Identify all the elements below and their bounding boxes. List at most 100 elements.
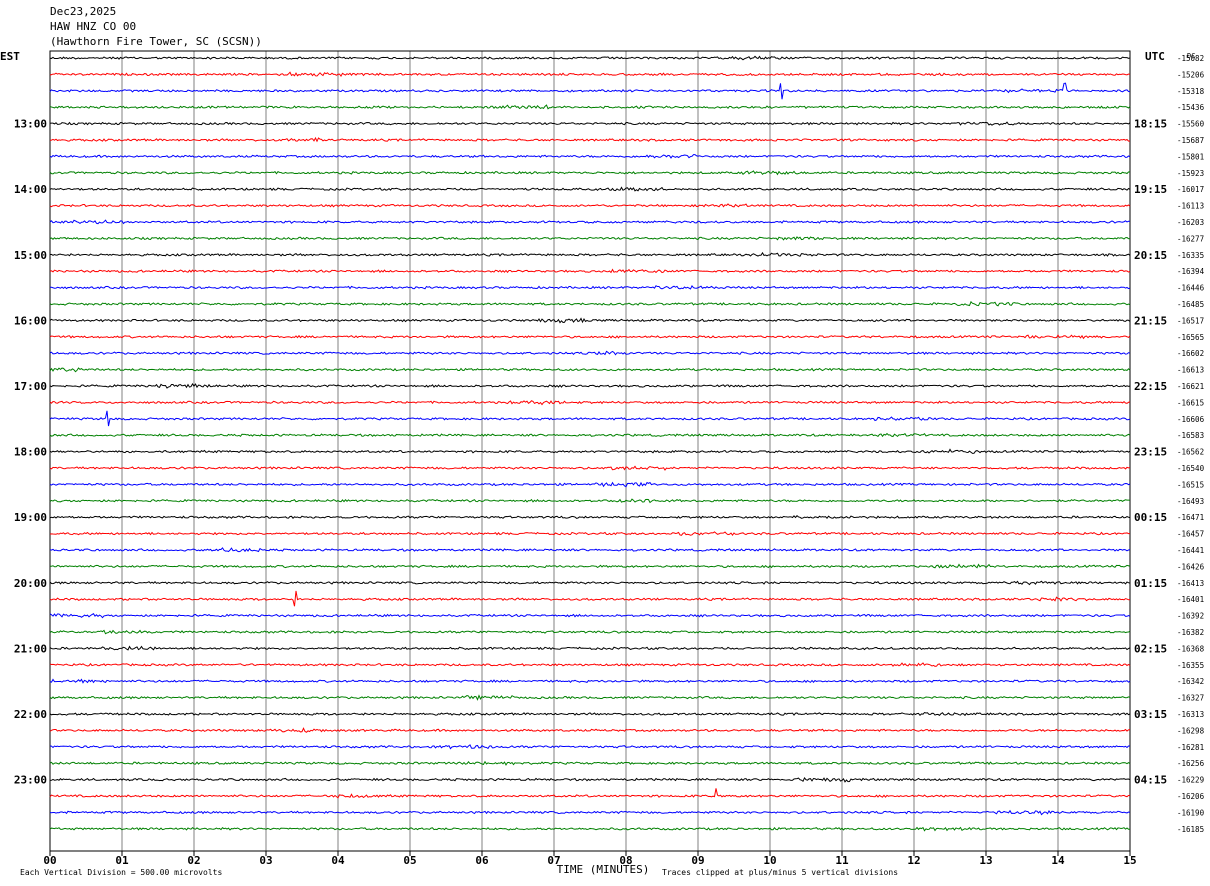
left-hour-label: 17:00 [14,380,47,393]
right-timezone-label: UTC [1145,50,1165,63]
dc-offset-label: -16562 [1177,448,1204,457]
dc-offset-label: -16382 [1177,628,1204,637]
dc-offset-label: -16277 [1177,234,1204,243]
helicorder-plot: Dec23,2025 HAW HNZ CO 00 (Hawthorn Fire … [0,5,1205,877]
x-tick-label: 09 [691,854,704,867]
trace-line [49,367,1131,373]
right-hour-label: 03:15 [1134,708,1167,721]
dc-offset-label: -16203 [1177,218,1204,227]
dc-offset-label: -16493 [1177,497,1204,506]
dc-offset-labels: -15082 -15206 -15318 -15436 -15560 -15687 -158… [1177,54,1205,834]
x-tick-label: 04 [331,854,345,867]
trace-line [49,629,1131,635]
left-timezone-label: EST [0,50,20,63]
dc-offset-label: -16441 [1177,546,1204,555]
trace-line [49,727,1131,733]
left-hour-label: 15:00 [14,249,47,262]
trace-line [49,121,1131,126]
trace-line [49,547,1131,553]
x-tick-label: 06 [475,854,489,867]
trace-line [49,219,1131,225]
x-tick-label: 02 [187,854,200,867]
trace-group [49,55,1131,832]
left-hour-label: 20:00 [14,577,47,590]
trace-line [49,481,1131,488]
scale-note: Each Vertical Division = 500.00 microvol… [20,868,222,877]
left-hour-label: 23:00 [14,774,47,787]
dc-offset-label: -16426 [1177,562,1205,571]
dc-offset-label: -15687 [1177,136,1204,145]
right-hour-label: 19:15 [1134,183,1167,196]
trace-line [49,136,1131,143]
trace-line [49,203,1131,208]
dc-offset-label: -16281 [1177,743,1204,752]
dc-offset-label: -16394 [1177,267,1205,276]
trace-line [49,744,1131,750]
dc-offset-label: -16485 [1177,300,1204,309]
trace-line [49,809,1131,816]
dc-offset-label: -15801 [1177,152,1204,161]
dc-offset-label: -16017 [1177,185,1204,194]
trace-line [49,71,1131,78]
trace-line [49,154,1131,159]
dc-offset-label: -15436 [1177,103,1205,112]
trace-line [49,678,1131,684]
clip-note: Traces clipped at plus/minus 5 vertical … [662,868,898,877]
trace-line [49,382,1131,389]
trace-line [49,448,1131,454]
x-tick-label: 15 [1123,854,1136,867]
x-tick-label: 10 [763,854,776,867]
dc-offset-label: -16368 [1177,644,1205,653]
trace-line [49,400,1131,406]
trace-line [49,432,1131,438]
x-tick-label: 03 [259,854,272,867]
dc-offset-label: -15318 [1177,87,1205,96]
dc-offset-label: -16517 [1177,316,1204,325]
trace-line [49,563,1131,569]
dc-offset-label: -16457 [1177,530,1204,539]
trace-line [49,170,1131,176]
dc-offset-label: -15082 [1177,54,1204,63]
dc-offset-label: -16606 [1177,415,1205,424]
trace-line [49,645,1131,651]
dc-offset-label: -16335 [1177,251,1204,260]
trace-line [49,711,1131,717]
trace-line [49,236,1131,241]
trace-line [49,410,1131,427]
dc-offset-label: -16355 [1177,661,1204,670]
x-tick-label: 11 [835,854,849,867]
trace-line [49,777,1131,783]
dc-offset-label: -16446 [1177,284,1205,293]
dc-offset-label: -16471 [1177,513,1204,522]
left-hour-label: 16:00 [14,314,47,327]
left-hour-label: 19:00 [14,511,47,524]
dc-offset-label: -16615 [1177,398,1204,407]
trace-line [49,613,1131,619]
dc-offset-label: -16602 [1177,349,1204,358]
trace-line [49,662,1131,667]
trace-line [49,285,1131,290]
right-hour-label: 22:15 [1134,380,1167,393]
dc-offset-label: -16540 [1177,464,1205,473]
trace-line [49,317,1131,324]
dc-offset-label: -16413 [1177,579,1204,588]
trace-line [49,300,1131,307]
dc-offset-label: -16190 [1177,808,1205,817]
trace-line [49,760,1131,766]
trace-line [49,104,1131,110]
trace-line [49,694,1131,701]
left-hour-label: 22:00 [14,708,47,721]
x-tick-label: 13 [979,854,992,867]
left-hour-label: 21:00 [14,642,47,655]
right-hour-label: 02:15 [1134,642,1167,655]
x-tick-label: 00 [43,854,56,867]
dc-offset-label: -16185 [1177,825,1204,834]
trace-line [49,82,1131,100]
right-hour-label: 20:15 [1134,249,1167,262]
dc-offset-label: -16206 [1177,792,1205,801]
dc-offset-label: -16298 [1177,726,1205,735]
trace-line [49,55,1131,61]
right-hour-label: 04:15 [1134,774,1167,787]
trace-line [49,186,1131,192]
x-tick-label: 12 [907,854,920,867]
